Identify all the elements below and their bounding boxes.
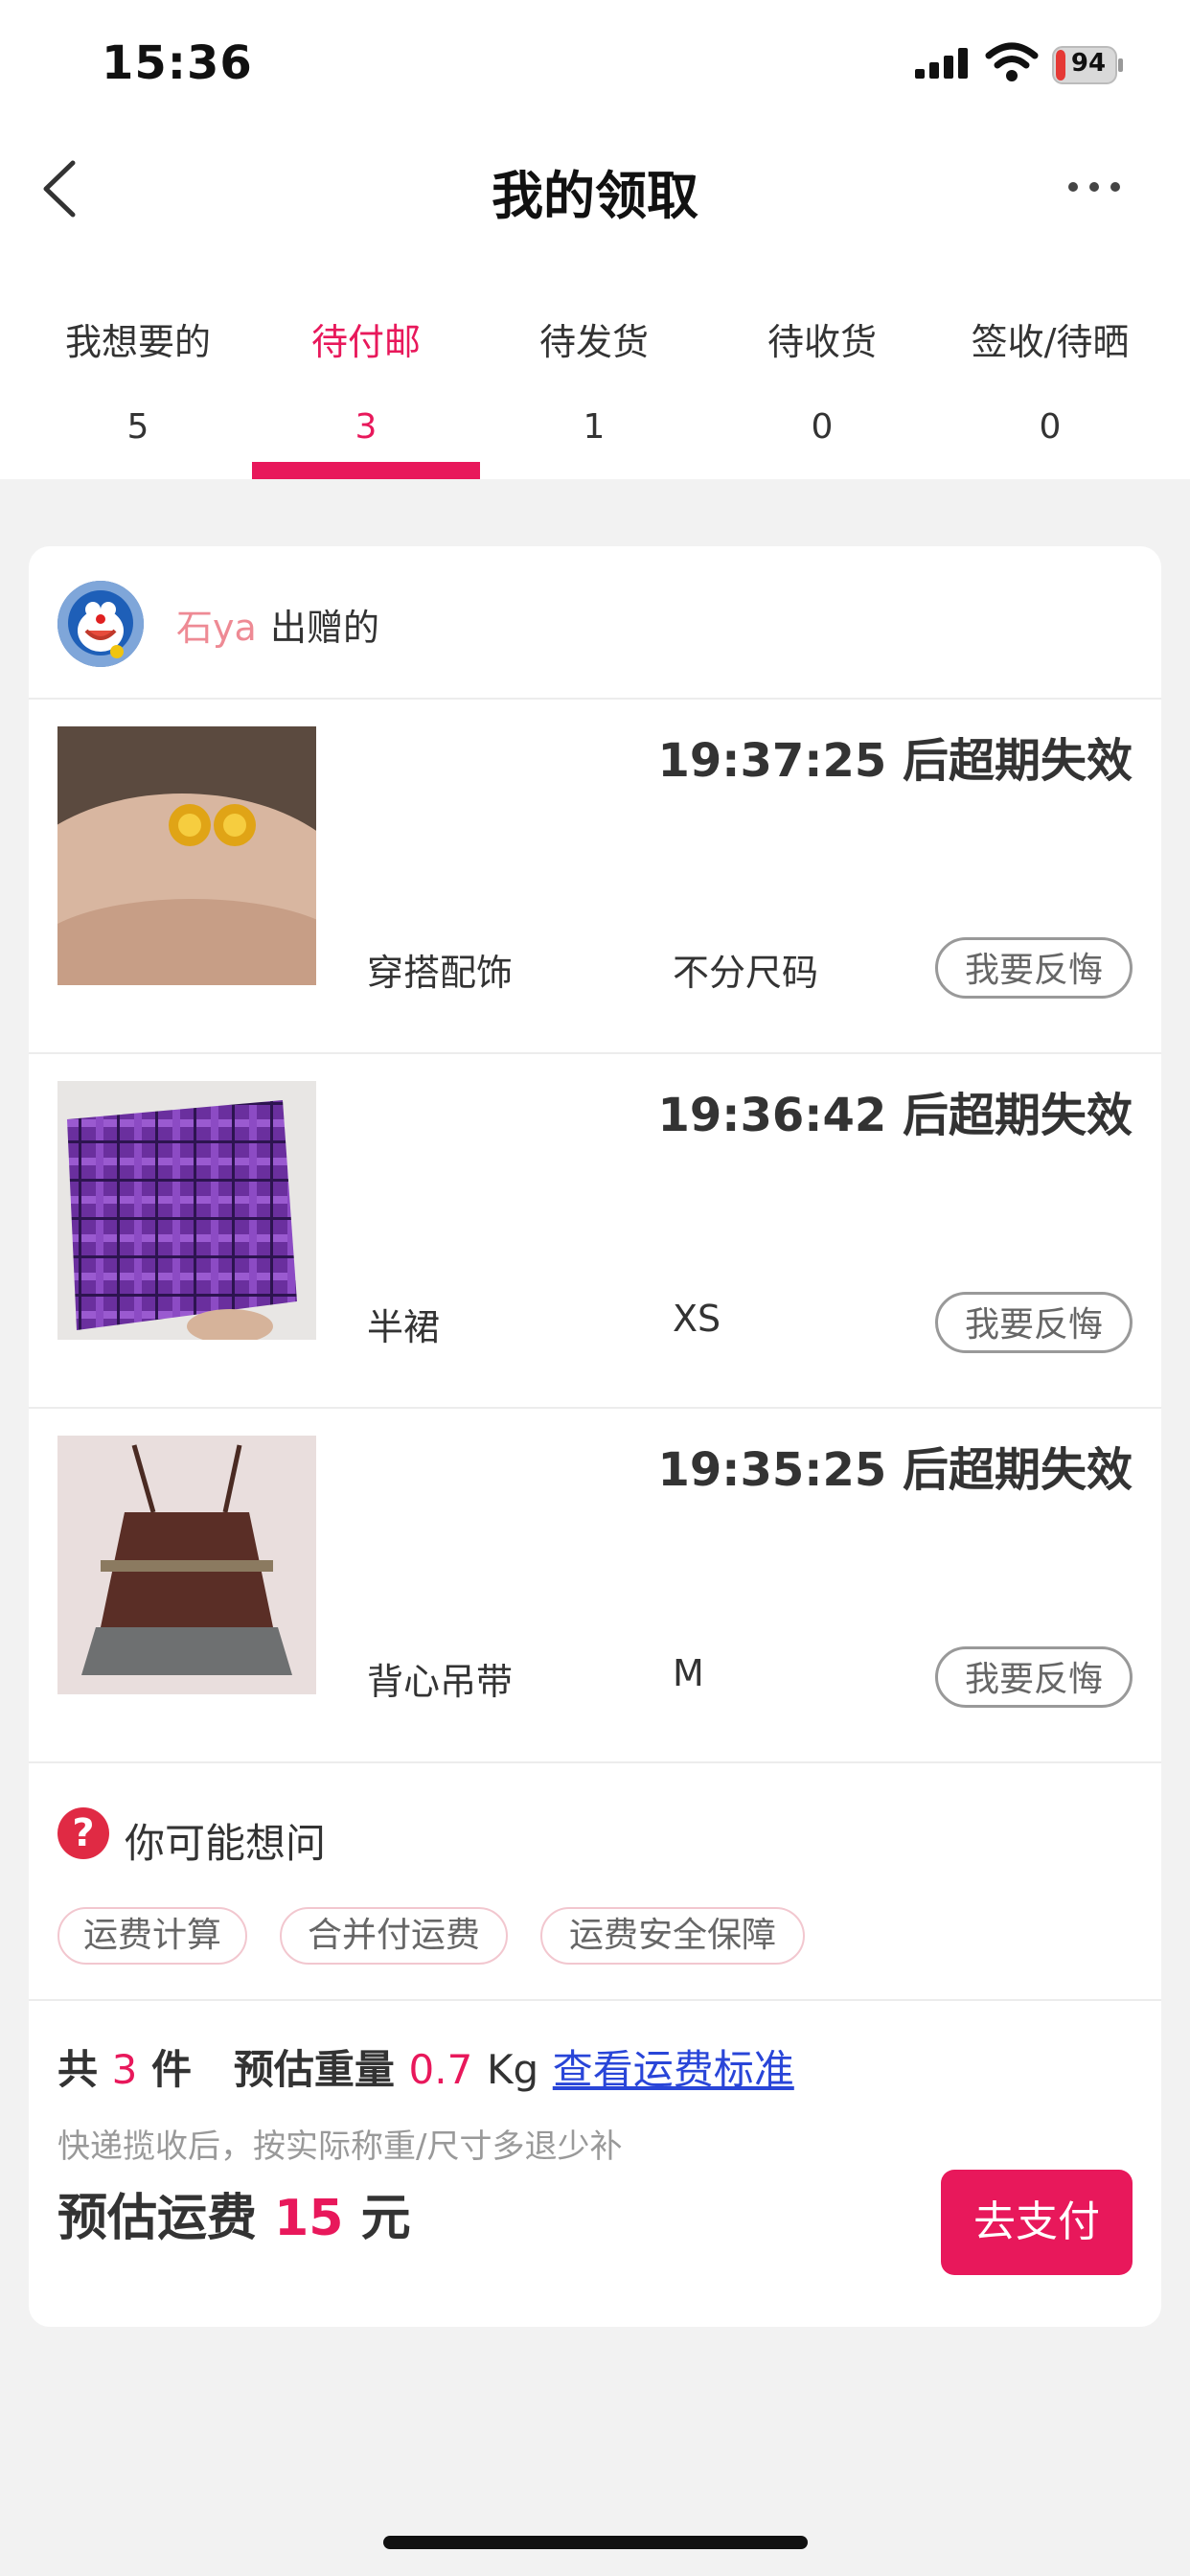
summary-line: 共 3 件 预估重量 0.7 Kg 查看运费标准	[57, 2037, 794, 2096]
product-image-earrings[interactable]	[57, 726, 316, 985]
regret-button[interactable]: 我要反悔	[935, 1292, 1133, 1353]
weight-note: 快递揽收后，按实际称重/尺寸多退少补	[57, 2128, 623, 2166]
faq-chip-shipping-guarantee[interactable]: 运费安全保障	[540, 1907, 805, 1965]
cellular-signal-icon	[915, 48, 968, 79]
home-indicator[interactable]	[383, 2536, 808, 2549]
giver-header[interactable]: 石ya 出赠的	[29, 546, 1161, 700]
shipping-standard-link[interactable]: 查看运费标准	[553, 2046, 794, 2093]
product-image-camisole[interactable]	[57, 1436, 316, 1694]
countdown-text: 19:36:42 后超期失效	[657, 1089, 1133, 1142]
fee-unit: 元	[360, 2190, 411, 2247]
fee-label: 预估运费	[57, 2190, 258, 2247]
tab-wanted[interactable]: 我想要的 5	[24, 305, 252, 479]
question-icon: ?	[57, 1807, 109, 1859]
item-category: 穿搭配饰	[367, 952, 514, 994]
tab-label: 待发货	[538, 321, 649, 363]
tab-label: 待收货	[767, 321, 877, 363]
item-size: XS	[673, 1298, 721, 1340]
avatar[interactable]	[57, 581, 144, 667]
wifi-icon	[985, 42, 1039, 81]
tab-count: 1	[583, 407, 606, 447]
tab-count: 0	[1039, 407, 1062, 447]
list-item[interactable]: 19:35:25 后超期失效 背心吊带 M 我要反悔	[29, 1407, 1161, 1763]
total-count: 3	[111, 2046, 138, 2093]
order-card: 石ya 出赠的 19:37:25 后超期失效 穿搭配饰 不分尺码 我要反悔 19…	[29, 546, 1161, 2327]
giver-name[interactable]: 石ya	[176, 598, 257, 651]
item-category: 半裙	[367, 1306, 441, 1348]
weight-unit: Kg	[486, 2046, 539, 2093]
tab-count: 5	[126, 407, 149, 447]
weight-value: 0.7	[408, 2046, 473, 2093]
regret-button[interactable]: 我要反悔	[935, 937, 1133, 999]
tab-label: 签收/待晒	[971, 321, 1130, 363]
tab-pending-shipment[interactable]: 待发货 1	[480, 305, 708, 479]
tab-signed-review[interactable]: 签收/待晒 0	[936, 305, 1164, 479]
battery-level: 94	[1070, 49, 1107, 78]
pay-button[interactable]: 去支付	[941, 2170, 1133, 2275]
faq-section: ? 你可能想问 运费计算 合并付运费 运费安全保障	[29, 1763, 1161, 2001]
weight-label: 预估重量	[233, 2046, 395, 2093]
faq-chip-combined-postage[interactable]: 合并付运费	[280, 1907, 508, 1965]
countdown-text: 19:37:25 后超期失效	[657, 734, 1133, 788]
tab-pending-postage[interactable]: 待付邮 3	[252, 305, 480, 479]
status-time: 15:36	[102, 36, 253, 90]
list-item[interactable]: 19:36:42 后超期失效 半裙 XS 我要反悔	[29, 1052, 1161, 1409]
faq-title: 你可能想问	[125, 1820, 327, 1867]
tab-label: 待付邮	[310, 321, 421, 363]
more-icon[interactable]	[1065, 172, 1123, 201]
countdown-text: 19:35:25 后超期失效	[657, 1443, 1133, 1497]
tab-count: 0	[811, 407, 834, 447]
tab-count: 3	[355, 407, 378, 447]
fee-value: 15	[274, 2190, 344, 2247]
active-tab-indicator	[252, 462, 480, 479]
list-item[interactable]: 19:37:25 后超期失效 穿搭配饰 不分尺码 我要反悔	[29, 698, 1161, 1054]
regret-button[interactable]: 我要反悔	[935, 1646, 1133, 1708]
fee-line: 预估运费 15 元	[57, 2177, 411, 2249]
item-size: 不分尺码	[673, 952, 819, 994]
giver-suffix: 出赠的	[270, 607, 380, 649]
tab-pending-receipt[interactable]: 待收货 0	[708, 305, 936, 479]
page-title: 我的领取	[492, 166, 698, 226]
faq-chip-shipping-calc[interactable]: 运费计算	[57, 1907, 247, 1965]
total-prefix: 共	[57, 2046, 99, 2093]
item-category: 背心吊带	[367, 1661, 514, 1703]
item-size: M	[673, 1652, 704, 1694]
product-image-skirt[interactable]	[57, 1081, 316, 1340]
tab-label: 我想要的	[64, 321, 211, 363]
payment-summary: 共 3 件 预估重量 0.7 Kg 查看运费标准 快递揽收后，按实际称重/尺寸多…	[29, 1999, 1161, 2327]
total-suffix: 件	[151, 2046, 193, 2093]
